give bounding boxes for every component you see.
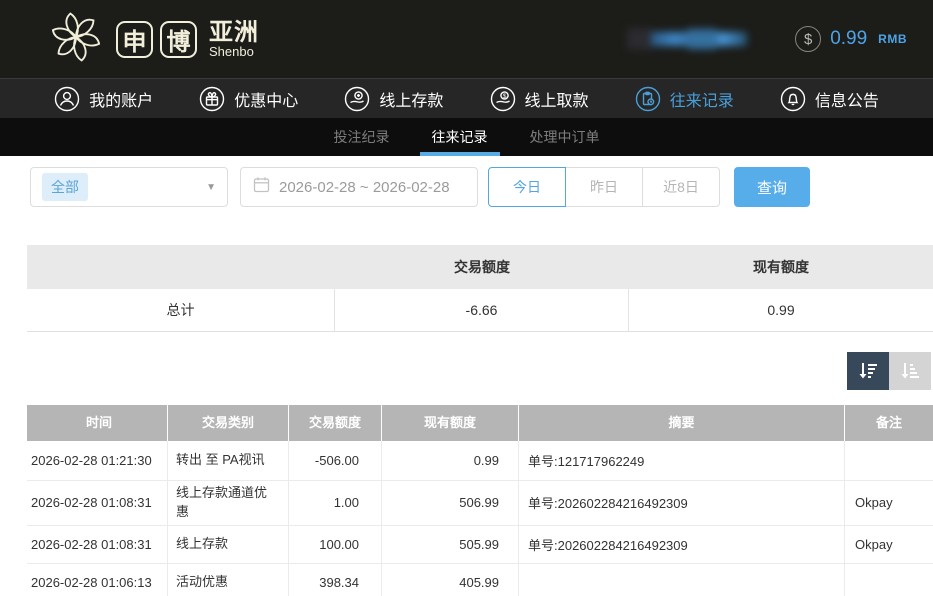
cell-balance: 506.99	[382, 481, 519, 526]
cell-remark: Okpay	[845, 481, 933, 526]
flower-logo-icon	[46, 7, 106, 72]
cell-type: 线上存款通道优惠	[168, 481, 289, 526]
summary-header-empty	[27, 245, 335, 289]
summary-header-balance: 现有额度	[629, 245, 933, 289]
logo-char-bo: 博	[160, 21, 197, 58]
last-8-days-button[interactable]: 近8日	[642, 167, 720, 207]
cell-remark: Okpay	[845, 526, 933, 564]
cell-amount: 1.00	[289, 481, 382, 526]
logo-char-shen: 申	[116, 21, 153, 58]
date-range-input[interactable]: 2026-02-28 ~ 2026-02-28	[240, 167, 478, 207]
sub-nav: 投注纪录 往来记录 处理中订单	[0, 118, 933, 156]
cell-time: 2026-02-28 01:08:31	[27, 526, 168, 564]
summary-total-balance: 0.99	[629, 289, 933, 331]
tab-pending-orders[interactable]: 处理中订单	[524, 118, 606, 156]
cell-balance: 405.99	[382, 564, 519, 596]
filter-bar: 全部 ▼ 2026-02-28 ~ 2026-02-28 今日 昨日 近8日 查…	[30, 167, 933, 207]
summary-total-amount: -6.66	[335, 289, 629, 331]
calendar-icon	[253, 176, 270, 198]
cell-balance: 505.99	[382, 526, 519, 564]
summary-header-amount: 交易额度	[335, 245, 629, 289]
nav-item-my-account[interactable]: 我的账户	[54, 86, 153, 112]
gift-icon	[199, 86, 225, 112]
cell-remark	[845, 564, 933, 596]
nav-item-promotions[interactable]: 优惠中心	[199, 86, 298, 112]
cell-time: 2026-02-28 01:08:31	[27, 481, 168, 526]
cell-type: 活动优惠	[168, 564, 289, 596]
cell-time: 2026-02-28 01:06:13	[27, 564, 168, 596]
nav-item-announcements[interactable]: 信息公告	[780, 86, 879, 112]
summary-table: 交易额度 现有额度 总计 -6.66 0.99	[27, 245, 933, 332]
cell-amount: -506.00	[289, 441, 382, 481]
user-icon	[54, 86, 80, 112]
nav-label: 信息公告	[815, 87, 879, 111]
date-range-value: 2026-02-28 ~ 2026-02-28	[279, 179, 450, 196]
cell-summary	[519, 564, 845, 596]
records-table: 时间 交易类别 交易额度 现有额度 摘要 备注 2026-02-28 01:21…	[27, 405, 933, 596]
cell-time: 2026-02-28 01:21:30	[27, 441, 168, 481]
yesterday-button[interactable]: 昨日	[565, 167, 643, 207]
today-button[interactable]: 今日	[488, 167, 566, 207]
sort-desc-icon[interactable]	[847, 352, 889, 390]
dropdown-selected-value: 全部	[42, 173, 88, 201]
top-bar: 申 博 亚洲 Shenbo $ 0.99 RMB	[0, 0, 933, 78]
cell-remark	[845, 441, 933, 481]
col-header-amount: 交易额度	[289, 405, 382, 441]
cell-type: 转出 至 PA视讯	[168, 441, 289, 481]
col-header-time: 时间	[27, 405, 168, 441]
logo-region-text: 亚洲	[209, 20, 259, 45]
nav-label: 线上存款	[379, 87, 443, 111]
cell-balance: 0.99	[382, 441, 519, 481]
table-row: 2026-02-28 01:08:31 线上存款通道优惠 1.00 506.99…	[27, 481, 933, 526]
summary-total-label: 总计	[27, 289, 335, 331]
col-header-type: 交易类别	[168, 405, 289, 441]
deposit-icon	[344, 86, 370, 112]
sort-asc-icon[interactable]	[889, 352, 931, 390]
nav-item-transaction-records[interactable]: 往来记录	[635, 86, 734, 112]
col-header-balance: 现有额度	[382, 405, 519, 441]
page: 申 博 亚洲 Shenbo $ 0.99 RMB	[0, 0, 933, 596]
nav-item-deposit[interactable]: 线上存款	[344, 86, 443, 112]
balance-currency: RMB	[878, 32, 907, 46]
col-header-remark: 备注	[845, 405, 933, 441]
records-icon	[635, 86, 661, 112]
table-row: 2026-02-28 01:06:13 活动优惠 398.34 405.99	[27, 564, 933, 596]
cell-amount: 398.34	[289, 564, 382, 596]
nav-label: 优惠中心	[234, 87, 298, 111]
main-nav: 我的账户 优惠中心 线上存款	[0, 78, 933, 118]
nav-label: 往来记录	[670, 87, 734, 111]
table-row: 2026-02-28 01:08:31 线上存款 100.00 505.99 单…	[27, 526, 933, 564]
balance-display[interactable]: $ 0.99 RMB	[795, 26, 907, 52]
site-logo[interactable]: 申 博 亚洲 Shenbo	[46, 7, 259, 72]
cell-type: 线上存款	[168, 526, 289, 564]
username-blurred[interactable]	[627, 26, 757, 52]
cell-summary: 单号:121717962249	[519, 441, 845, 481]
withdraw-icon: $	[490, 86, 516, 112]
nav-label: 线上取款	[525, 87, 589, 111]
cell-amount: 100.00	[289, 526, 382, 564]
bell-icon	[780, 86, 806, 112]
nav-label: 我的账户	[89, 87, 153, 111]
search-button[interactable]: 查询	[734, 167, 810, 207]
summary-total-row: 总计 -6.66 0.99	[27, 289, 933, 332]
dollar-circle-icon: $	[795, 26, 821, 52]
tab-betting-records[interactable]: 投注纪录	[328, 118, 396, 156]
tab-transaction-records[interactable]: 往来记录	[426, 118, 494, 156]
records-header-row: 时间 交易类别 交易额度 现有额度 摘要 备注	[27, 405, 933, 441]
chevron-down-icon: ▼	[206, 182, 216, 193]
balance-amount: 0.99	[830, 28, 867, 50]
logo-subtitle: Shenbo	[209, 45, 259, 59]
cell-summary: 单号:202602284216492309	[519, 526, 845, 564]
cell-summary: 单号:202602284216492309	[519, 481, 845, 526]
quick-date-buttons: 今日 昨日 近8日	[488, 167, 720, 207]
svg-text:$: $	[502, 93, 506, 100]
col-header-summary: 摘要	[519, 405, 845, 441]
logo-characters: 申 博	[116, 21, 197, 58]
nav-item-withdraw[interactable]: $ 线上取款	[490, 86, 589, 112]
table-row: 2026-02-28 01:21:30 转出 至 PA视讯 -506.00 0.…	[27, 441, 933, 481]
summary-header-row: 交易额度 现有额度	[27, 245, 933, 289]
type-dropdown[interactable]: 全部 ▼	[30, 167, 228, 207]
sort-controls	[0, 352, 931, 390]
